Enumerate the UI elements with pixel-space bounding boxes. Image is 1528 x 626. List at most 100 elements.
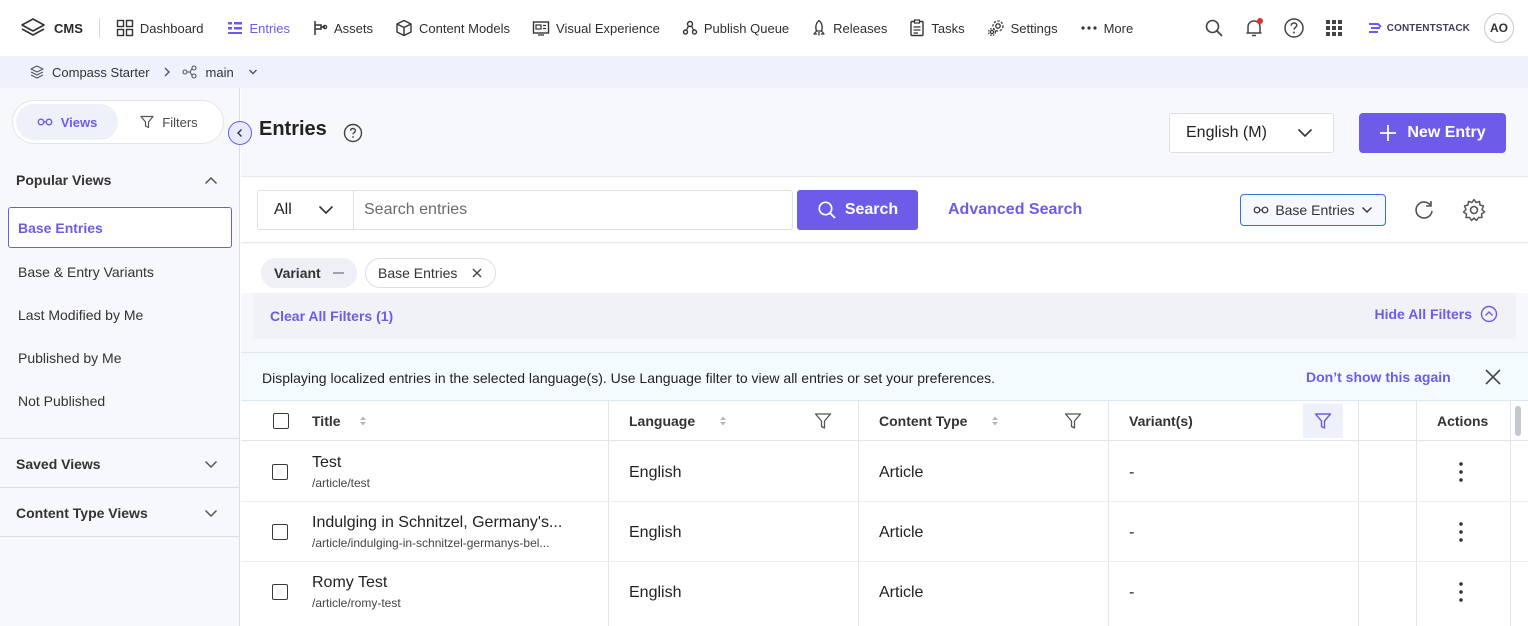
section-divider: [0, 536, 240, 537]
tab-views[interactable]: Views: [16, 104, 118, 140]
nav-label: More: [1103, 20, 1134, 36]
header-label: Title: [312, 412, 341, 429]
rocket-icon: [813, 19, 825, 36]
column-header-content-type[interactable]: Content Type: [879, 401, 1000, 441]
entry-title-link[interactable]: Romy Test: [312, 574, 387, 592]
column-header-variants[interactable]: Variant(s): [1129, 401, 1193, 441]
entry-content-type: Article: [879, 464, 924, 481]
nav-publish-queue[interactable]: Publish Queue: [682, 0, 789, 56]
table-scrollbar[interactable]: [1515, 406, 1521, 436]
nav-assets[interactable]: Assets: [312, 0, 373, 56]
table-settings-button[interactable]: [1461, 197, 1487, 223]
variant-filter-chip[interactable]: Base Entries: [365, 258, 497, 288]
dont-show-again-link[interactable]: Don’t show this again: [1306, 369, 1451, 385]
chevron-down-icon: [1361, 207, 1372, 213]
nav-settings[interactable]: Settings: [987, 0, 1058, 56]
user-avatar[interactable]: AO: [1484, 13, 1514, 43]
view-dropdown[interactable]: Base Entries: [1240, 194, 1386, 226]
nav-tasks[interactable]: Tasks: [909, 0, 965, 56]
entry-language: English: [629, 584, 682, 601]
global-search-button[interactable]: [1194, 8, 1234, 48]
breadcrumb: Compass Starter main: [0, 56, 1528, 88]
row-actions-icon[interactable]: [1457, 461, 1465, 483]
stack-logo-icon: [21, 18, 45, 36]
view-not-published[interactable]: Not Published: [8, 380, 232, 421]
branch-selector[interactable]: main: [181, 65, 258, 80]
stack-icon: [30, 65, 44, 79]
nav-content-models[interactable]: Content Models: [395, 0, 510, 56]
view-base-and-entry-variants[interactable]: Base & Entry Variants: [8, 251, 232, 292]
section-title: Saved Views: [16, 456, 101, 472]
entry-variants: -: [1129, 584, 1135, 601]
header-label: Actions: [1437, 412, 1489, 429]
saved-views-header[interactable]: Saved Views: [0, 444, 240, 484]
nav-releases[interactable]: Releases: [811, 0, 887, 56]
notifications-button[interactable]: [1234, 8, 1274, 48]
cms-home-link[interactable]: CMS: [20, 0, 83, 56]
row-actions-icon[interactable]: [1457, 581, 1465, 603]
app-name: CMS: [54, 20, 83, 36]
section-title: Popular Views: [16, 172, 112, 188]
language-filter-icon[interactable]: [814, 412, 832, 430]
nav-visual-experience[interactable]: Visual Experience: [532, 0, 660, 56]
language-selector[interactable]: English (M): [1169, 113, 1334, 153]
dashboard-icon: [116, 19, 134, 37]
row-divider: [241, 561, 1528, 562]
row-checkbox[interactable]: [272, 464, 288, 480]
new-entry-label: New Entry: [1407, 124, 1486, 141]
row-actions-icon[interactable]: [1457, 521, 1465, 543]
active-filter-chips: Variant Base Entries: [241, 244, 1528, 293]
select-all-checkbox[interactable]: [273, 413, 289, 429]
branch-icon: [181, 65, 197, 79]
close-icon[interactable]: [1484, 368, 1502, 386]
sort-icon: [992, 416, 999, 425]
contentstack-logo: CONTENTSTACK: [1368, 21, 1470, 35]
nav-more[interactable]: More: [1080, 0, 1134, 56]
search-scope-select[interactable]: All: [257, 190, 354, 230]
advanced-search-link[interactable]: Advanced Search: [948, 201, 1082, 219]
close-icon[interactable]: [471, 267, 483, 279]
variant-filter-button[interactable]: [1303, 404, 1343, 438]
entries-main: Entries English (M) New Entry All Search…: [241, 88, 1528, 626]
nav-entries[interactable]: Entries: [226, 0, 290, 56]
search-input[interactable]: [353, 190, 793, 230]
tab-filters[interactable]: Filters: [118, 104, 220, 140]
row-checkbox[interactable]: [272, 524, 288, 540]
glasses-icon: [37, 118, 53, 126]
search-button-label: Search: [844, 201, 899, 218]
column-header-language[interactable]: Language: [629, 401, 728, 441]
gear-icon: [1462, 198, 1486, 222]
plus-icon: [1380, 125, 1397, 141]
search-button[interactable]: Search: [797, 190, 918, 230]
content-type-views-header[interactable]: Content Type Views: [0, 493, 240, 533]
search-icon: [818, 201, 836, 219]
entries-help-button[interactable]: [343, 123, 363, 143]
app-switcher-button[interactable]: [1314, 8, 1354, 48]
entry-content-type: Article: [879, 584, 924, 601]
popular-views-header[interactable]: Popular Views: [0, 160, 240, 200]
entry-title-link[interactable]: Test: [312, 454, 341, 472]
help-button[interactable]: [1274, 8, 1314, 48]
row-checkbox[interactable]: [272, 584, 288, 600]
chevron-down-icon: [1297, 128, 1313, 138]
stack-crumb[interactable]: Compass Starter: [30, 65, 150, 80]
view-published-by-me[interactable]: Published by Me: [8, 337, 232, 378]
nav-label: Tasks: [931, 20, 965, 36]
nav-dashboard[interactable]: Dashboard: [116, 0, 204, 56]
content-type-filter-icon[interactable]: [1064, 412, 1082, 430]
entry-title-link[interactable]: Indulging in Schnitzel, Germany's...: [312, 514, 562, 532]
new-entry-button[interactable]: New Entry: [1359, 113, 1506, 153]
localization-notice: Displaying localized entries in the sele…: [241, 352, 1528, 401]
view-last-modified-by-me[interactable]: Last Modified by Me: [8, 294, 232, 335]
page-title: Entries: [259, 118, 327, 140]
sort-icon: [359, 416, 366, 425]
filter-icon: [140, 115, 154, 129]
hide-all-filters-button[interactable]: Hide All Filters: [1374, 305, 1498, 323]
collapse-sidebar-button[interactable]: [228, 121, 252, 145]
refresh-button[interactable]: [1411, 197, 1437, 223]
view-base-entries[interactable]: Base Entries: [8, 207, 232, 248]
entry-url: /article/indulging-in-schnitzel-germanys…: [312, 536, 550, 550]
views-sidebar: Views Filters Popular Views Base Entries…: [0, 88, 240, 626]
column-header-title[interactable]: Title: [312, 401, 367, 441]
clear-all-filters-link[interactable]: Clear All Filters (1): [270, 308, 393, 324]
